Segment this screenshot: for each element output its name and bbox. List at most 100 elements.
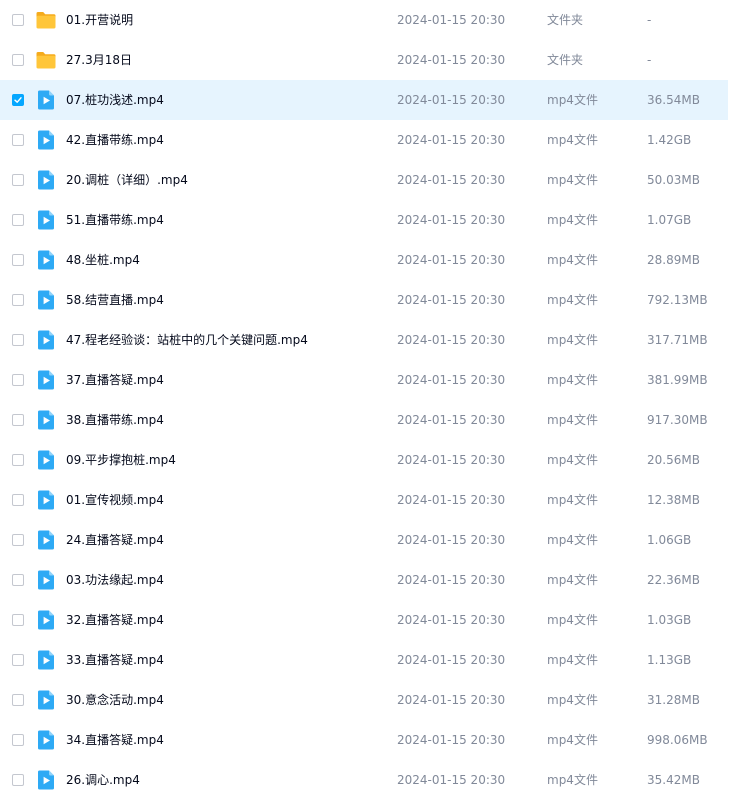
- file-name[interactable]: 30.意念活动.mp4: [66, 680, 164, 720]
- video-file-icon: [35, 689, 57, 711]
- file-name[interactable]: 20.调桩（详细）.mp4: [66, 160, 188, 200]
- file-size: 1.06GB: [647, 533, 692, 547]
- file-row[interactable]: 42.直播带练.mp4 2024-01-15 20:30 mp4文件 1.42G…: [0, 120, 728, 160]
- file-type: mp4文件: [547, 413, 598, 427]
- file-row[interactable]: 34.直播答疑.mp4 2024-01-15 20:30 mp4文件 998.0…: [0, 720, 728, 760]
- file-modified-time: 2024-01-15 20:30: [397, 253, 506, 267]
- file-row[interactable]: 09.平步撑抱桩.mp4 2024-01-15 20:30 mp4文件 20.5…: [0, 440, 728, 480]
- row-checkbox[interactable]: [12, 214, 24, 226]
- row-checkbox[interactable]: [12, 94, 24, 106]
- file-name[interactable]: 51.直播带练.mp4: [66, 200, 164, 240]
- file-modified-time: 2024-01-15 20:30: [397, 613, 506, 627]
- row-checkbox[interactable]: [12, 494, 24, 506]
- file-type: mp4文件: [547, 533, 598, 547]
- file-row[interactable]: 37.直播答疑.mp4 2024-01-15 20:30 mp4文件 381.9…: [0, 360, 728, 400]
- video-file-icon: [35, 289, 57, 311]
- file-size: 917.30MB: [647, 413, 708, 427]
- file-row[interactable]: 38.直播带练.mp4 2024-01-15 20:30 mp4文件 917.3…: [0, 400, 728, 440]
- video-file-icon: [35, 409, 57, 431]
- file-name[interactable]: 24.直播答疑.mp4: [66, 520, 164, 560]
- checkmark-icon: [14, 97, 22, 103]
- file-modified-time: 2024-01-15 20:30: [397, 93, 506, 107]
- file-modified-time: 2024-01-15 20:30: [397, 773, 506, 787]
- file-row[interactable]: 01.开营说明 2024-01-15 20:30 文件夹 -: [0, 0, 728, 40]
- file-row[interactable]: 03.功法缘起.mp4 2024-01-15 20:30 mp4文件 22.36…: [0, 560, 728, 600]
- file-size: -: [647, 13, 652, 27]
- file-name[interactable]: 01.开营说明: [66, 0, 133, 40]
- row-checkbox[interactable]: [12, 374, 24, 386]
- file-name[interactable]: 32.直播答疑.mp4: [66, 600, 164, 640]
- file-modified-time: 2024-01-15 20:30: [397, 653, 506, 667]
- file-type: mp4文件: [547, 213, 598, 227]
- row-checkbox[interactable]: [12, 574, 24, 586]
- file-row[interactable]: 27.3月18日 2024-01-15 20:30 文件夹 -: [0, 40, 728, 80]
- video-file-icon: [35, 129, 57, 151]
- file-name[interactable]: 38.直播带练.mp4: [66, 400, 164, 440]
- file-type: mp4文件: [547, 373, 598, 387]
- file-row[interactable]: 51.直播带练.mp4 2024-01-15 20:30 mp4文件 1.07G…: [0, 200, 728, 240]
- file-size: 20.56MB: [647, 453, 700, 467]
- row-checkbox[interactable]: [12, 54, 24, 66]
- file-name[interactable]: 33.直播答疑.mp4: [66, 640, 164, 680]
- file-size: 28.89MB: [647, 253, 700, 267]
- row-checkbox[interactable]: [12, 294, 24, 306]
- file-modified-time: 2024-01-15 20:30: [397, 173, 506, 187]
- file-row[interactable]: 47.程老经验谈：站桩中的几个关键问题.mp4 2024-01-15 20:30…: [0, 320, 728, 360]
- file-row[interactable]: 07.桩功浅述.mp4 2024-01-15 20:30 mp4文件 36.54…: [0, 80, 728, 120]
- file-name[interactable]: 03.功法缘起.mp4: [66, 560, 164, 600]
- file-row[interactable]: 01.宣传视频.mp4 2024-01-15 20:30 mp4文件 12.38…: [0, 480, 728, 520]
- file-row[interactable]: 20.调桩（详细）.mp4 2024-01-15 20:30 mp4文件 50.…: [0, 160, 728, 200]
- file-name[interactable]: 37.直播答疑.mp4: [66, 360, 164, 400]
- file-name[interactable]: 26.调心.mp4: [66, 760, 140, 800]
- row-checkbox[interactable]: [12, 334, 24, 346]
- file-row[interactable]: 33.直播答疑.mp4 2024-01-15 20:30 mp4文件 1.13G…: [0, 640, 728, 680]
- row-checkbox[interactable]: [12, 694, 24, 706]
- file-type: 文件夹: [547, 53, 584, 67]
- row-checkbox[interactable]: [12, 414, 24, 426]
- file-type: mp4文件: [547, 493, 598, 507]
- file-row[interactable]: 26.调心.mp4 2024-01-15 20:30 mp4文件 35.42MB: [0, 760, 728, 800]
- video-file-icon: [35, 769, 57, 791]
- file-name[interactable]: 47.程老经验谈：站桩中的几个关键问题.mp4: [66, 320, 308, 360]
- row-checkbox[interactable]: [12, 774, 24, 786]
- row-checkbox[interactable]: [12, 134, 24, 146]
- file-name[interactable]: 58.结营直播.mp4: [66, 280, 164, 320]
- file-name[interactable]: 34.直播答疑.mp4: [66, 720, 164, 760]
- file-row[interactable]: 32.直播答疑.mp4 2024-01-15 20:30 mp4文件 1.03G…: [0, 600, 728, 640]
- file-modified-time: 2024-01-15 20:30: [397, 293, 506, 307]
- file-name[interactable]: 42.直播带练.mp4: [66, 120, 164, 160]
- file-name[interactable]: 01.宣传视频.mp4: [66, 480, 164, 520]
- file-row[interactable]: 30.意念活动.mp4 2024-01-15 20:30 mp4文件 31.28…: [0, 680, 728, 720]
- video-file-icon: [35, 329, 57, 351]
- row-checkbox[interactable]: [12, 14, 24, 26]
- file-name[interactable]: 09.平步撑抱桩.mp4: [66, 440, 176, 480]
- row-checkbox[interactable]: [12, 614, 24, 626]
- video-file-icon: [35, 89, 57, 111]
- file-modified-time: 2024-01-15 20:30: [397, 453, 506, 467]
- file-name[interactable]: 48.坐桩.mp4: [66, 240, 140, 280]
- file-size: 381.99MB: [647, 373, 708, 387]
- video-file-icon: [35, 489, 57, 511]
- file-row[interactable]: 24.直播答疑.mp4 2024-01-15 20:30 mp4文件 1.06G…: [0, 520, 728, 560]
- file-size: 1.42GB: [647, 133, 692, 147]
- file-name[interactable]: 07.桩功浅述.mp4: [66, 80, 164, 120]
- file-size: 31.28MB: [647, 693, 700, 707]
- row-checkbox[interactable]: [12, 534, 24, 546]
- file-size: 1.13GB: [647, 653, 692, 667]
- video-file-icon: [35, 569, 57, 591]
- row-checkbox[interactable]: [12, 174, 24, 186]
- file-modified-time: 2024-01-15 20:30: [397, 493, 506, 507]
- file-size: 22.36MB: [647, 573, 700, 587]
- video-file-icon: [35, 649, 57, 671]
- row-checkbox[interactable]: [12, 454, 24, 466]
- row-checkbox[interactable]: [12, 734, 24, 746]
- file-modified-time: 2024-01-15 20:30: [397, 13, 506, 27]
- file-name[interactable]: 27.3月18日: [66, 40, 132, 80]
- file-row[interactable]: 58.结营直播.mp4 2024-01-15 20:30 mp4文件 792.1…: [0, 280, 728, 320]
- file-row[interactable]: 48.坐桩.mp4 2024-01-15 20:30 mp4文件 28.89MB: [0, 240, 728, 280]
- row-checkbox[interactable]: [12, 654, 24, 666]
- row-checkbox[interactable]: [12, 254, 24, 266]
- file-size: 50.03MB: [647, 173, 700, 187]
- file-type: mp4文件: [547, 773, 598, 787]
- file-type: mp4文件: [547, 333, 598, 347]
